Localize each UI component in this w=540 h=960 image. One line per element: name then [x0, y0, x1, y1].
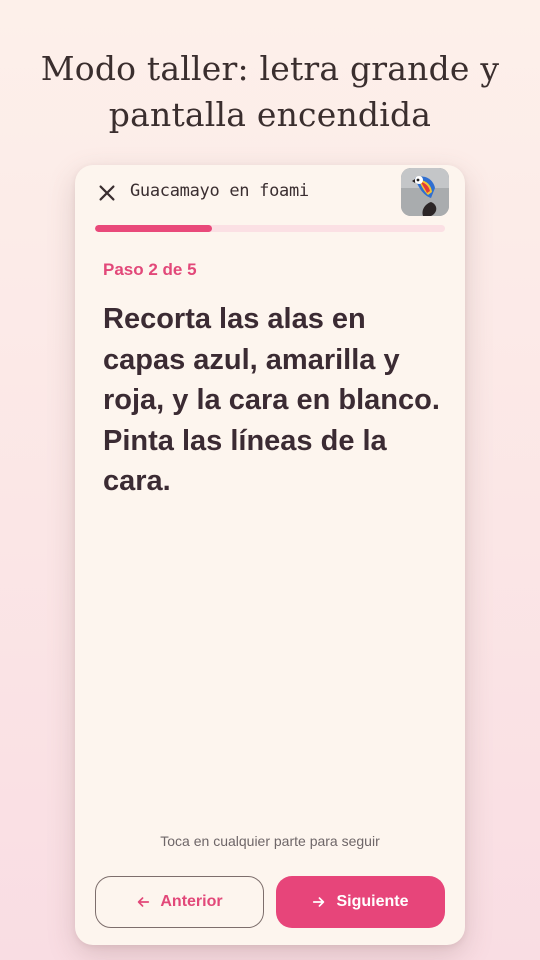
close-icon: [99, 185, 115, 201]
close-button[interactable]: [92, 178, 122, 208]
project-thumbnail: [401, 168, 449, 216]
project-title: Guacamayo en foami: [130, 181, 309, 201]
progress-bar: [95, 225, 445, 232]
step-instruction: Recorta las alas en capas azul, amarilla…: [103, 303, 440, 497]
arrow-right-icon: [313, 897, 325, 907]
next-button-label: Siguiente: [336, 893, 409, 910]
tap-hint: Toca en cualquier parte para seguir: [160, 833, 380, 849]
arrow-left-icon: [138, 897, 150, 907]
page-headline: Modo taller: letra grande y pantalla enc…: [0, 46, 540, 138]
progress-fill: [95, 225, 212, 232]
headline-line-2: pantalla encendida: [108, 95, 432, 134]
next-button[interactable]: Siguiente: [276, 876, 445, 928]
step-counter: Paso 2 de 5: [103, 260, 197, 279]
headline-line-1: Modo taller: letra grande y: [40, 49, 500, 88]
workshop-card[interactable]: Guacamayo en foami Paso 2 de 5 Recorta l…: [75, 165, 465, 945]
previous-button[interactable]: Anterior: [95, 876, 264, 928]
previous-button-label: Anterior: [160, 893, 223, 910]
